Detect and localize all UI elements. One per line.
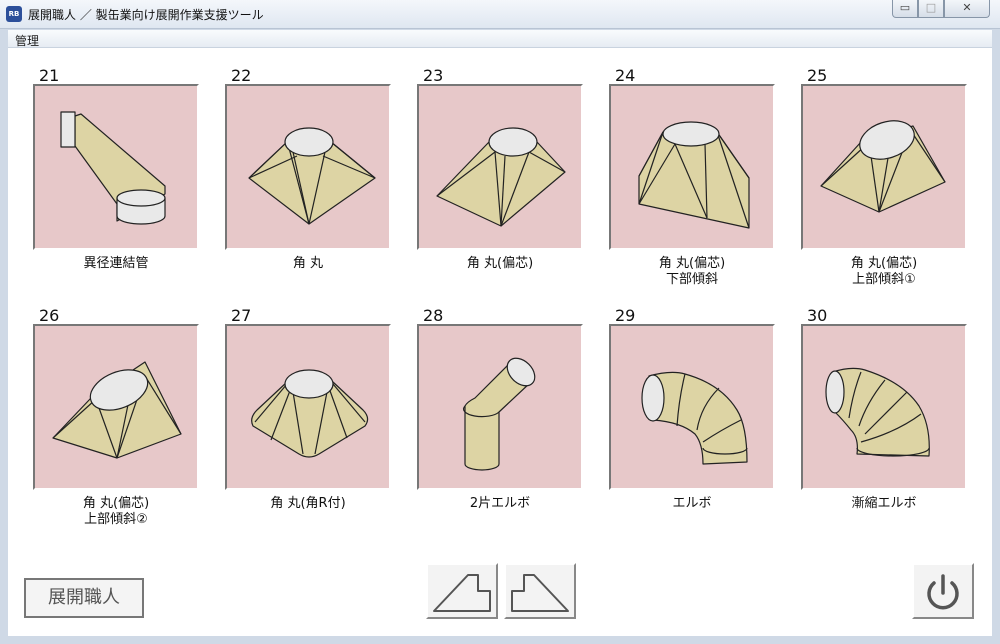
tile-number: 22 <box>231 66 252 85</box>
tile-image[interactable] <box>33 84 199 250</box>
tile-label: 異径連結管 <box>83 256 149 271</box>
maximize-button[interactable]: □ <box>918 0 944 18</box>
square-to-round-rounded-corner-icon <box>251 369 369 458</box>
tile-label: 2片エルボ <box>469 496 531 511</box>
tile-number: 26 <box>39 306 60 325</box>
square-to-round-eccentric-top-slope-2-icon <box>52 361 182 459</box>
tile-label: 角 丸(偏芯) 上部傾斜② <box>82 496 150 527</box>
tile-number: 27 <box>231 306 252 325</box>
square-to-round-icon <box>248 127 376 225</box>
previous-page-button[interactable] <box>426 563 498 619</box>
tile-image[interactable] <box>417 84 583 250</box>
tile-label: 角 丸(偏芯) 下部傾斜 <box>658 256 726 287</box>
menu-item-kanri[interactable]: 管理 <box>15 32 39 49</box>
title-bar: RB 展開職人 ／ 製缶業向け展開作業支援ツール ▭ □ ✕ <box>0 0 1000 29</box>
tile-image[interactable] <box>225 84 391 250</box>
minimize-button[interactable]: ▭ <box>892 0 918 18</box>
tile-image[interactable] <box>801 84 967 250</box>
tile-image[interactable] <box>801 324 967 490</box>
close-button[interactable]: ✕ <box>944 0 990 18</box>
tile-label: 角 丸(角R付) <box>270 496 346 511</box>
power-button[interactable] <box>912 563 974 619</box>
window-title: 展開職人 ／ 製缶業向け展開作業支援ツール <box>28 8 264 22</box>
tile-number: 23 <box>423 66 444 85</box>
next-page-icon <box>511 574 569 612</box>
menu-bar: 管理 <box>8 30 992 48</box>
elbow-icon <box>641 371 748 465</box>
two-piece-elbow-icon <box>462 357 536 471</box>
power-icon <box>927 574 959 610</box>
square-to-round-eccentric-icon <box>436 127 566 227</box>
tile-image[interactable] <box>609 84 775 250</box>
tile-number: 30 <box>807 306 828 325</box>
tile-label: 漸縮エルボ <box>851 496 917 511</box>
tile-label: 角 丸(偏芯) 上部傾斜① <box>850 256 918 287</box>
square-to-round-eccentric-bottom-slope-icon <box>638 121 750 229</box>
tile-image[interactable] <box>33 324 199 490</box>
next-page-button[interactable] <box>504 563 576 619</box>
tile-image[interactable] <box>609 324 775 490</box>
app-icon: RB <box>6 6 22 22</box>
previous-page-icon <box>433 574 491 612</box>
tile-image[interactable] <box>417 324 583 490</box>
tile-number: 25 <box>807 66 828 85</box>
tile-label: 角 丸(偏芯) <box>466 256 534 271</box>
tile-number: 24 <box>615 66 636 85</box>
offset-connecting-duct-icon <box>60 111 166 225</box>
tile-number: 29 <box>615 306 636 325</box>
tile-number: 28 <box>423 306 444 325</box>
tile-number: 21 <box>39 66 60 85</box>
logo-button[interactable]: 展開職人 <box>24 578 144 618</box>
tile-label: 角 丸 <box>292 256 324 271</box>
tile-label: エルボ <box>672 496 712 511</box>
tile-image[interactable] <box>225 324 391 490</box>
reducing-elbow-icon <box>825 367 930 457</box>
square-to-round-eccentric-top-slope-1-icon <box>820 120 946 213</box>
main-panel: 21 異径連結管 22 角 丸 23 角 丸(偏芯) 24 角 丸(偏芯) 下部… <box>8 48 992 636</box>
